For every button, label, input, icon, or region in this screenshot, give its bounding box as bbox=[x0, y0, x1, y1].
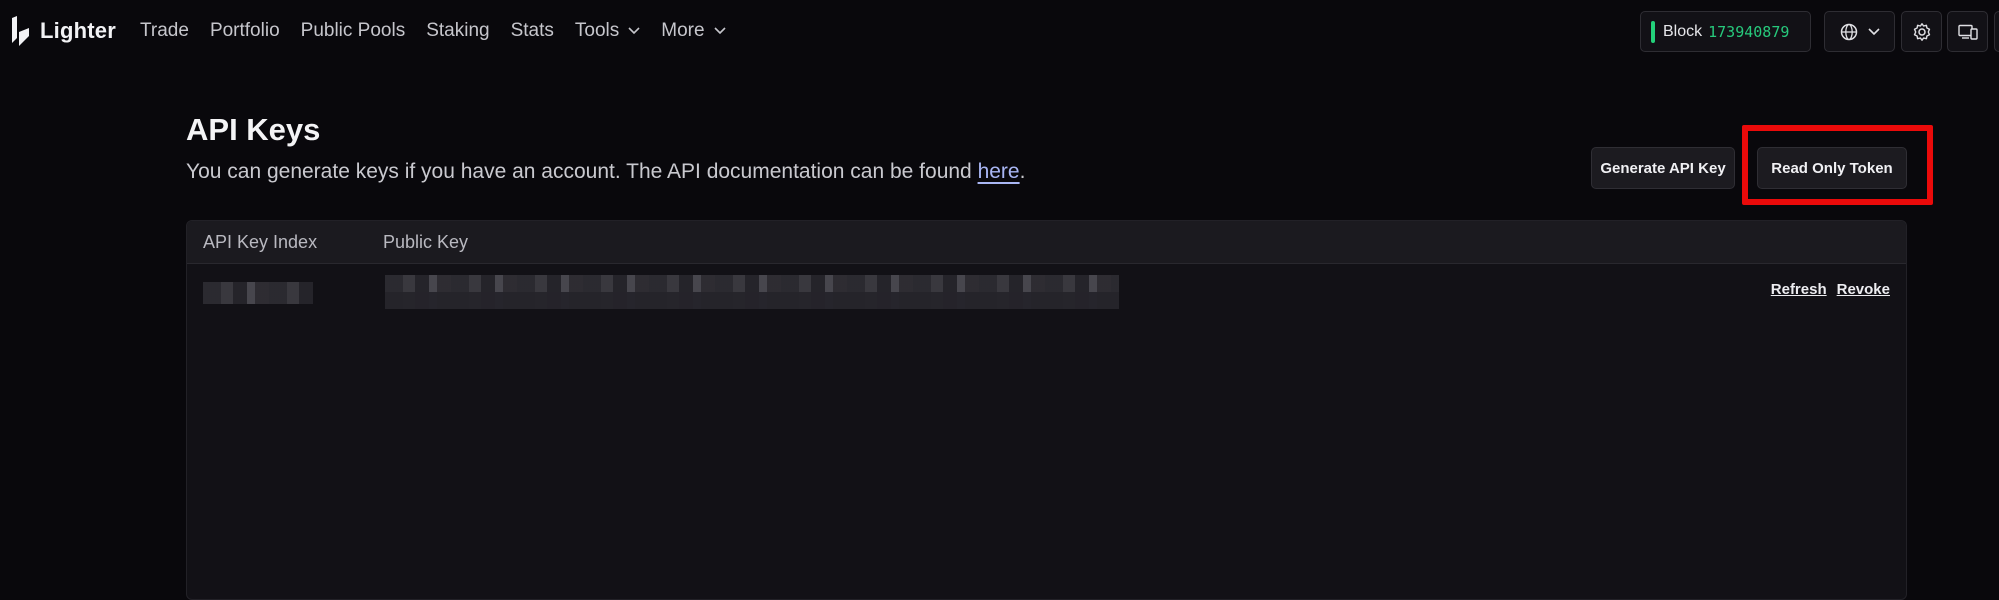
nav-tools-label: Tools bbox=[574, 20, 620, 41]
table-row: Refresh Revoke bbox=[187, 264, 1906, 324]
page-subtitle: You can generate keys if you have an acc… bbox=[186, 160, 1025, 184]
status-bar-indicator bbox=[1651, 20, 1655, 43]
chevron-down-icon bbox=[713, 27, 726, 35]
settings-button[interactable] bbox=[1901, 11, 1942, 52]
globe-icon bbox=[1840, 23, 1857, 40]
nav-staking[interactable]: Staking bbox=[426, 20, 489, 42]
devices-icon bbox=[1957, 24, 1978, 40]
revoke-link[interactable]: Revoke bbox=[1837, 281, 1890, 298]
top-navbar: Lighter Trade Portfolio Public Pools Sta… bbox=[0, 0, 1999, 62]
chevron-down-icon bbox=[628, 27, 640, 35]
devices-button[interactable] bbox=[1947, 11, 1988, 52]
nav-portfolio-label: Portfolio bbox=[209, 20, 280, 41]
nav-trade-label: Trade bbox=[140, 20, 189, 41]
main-nav: Trade Portfolio Public Pools Staking Sta… bbox=[140, 0, 747, 62]
block-height-indicator[interactable]: Block 173940879 bbox=[1640, 11, 1811, 52]
page-title: API Keys bbox=[186, 112, 321, 147]
redacted-key-index bbox=[203, 282, 313, 304]
row-actions: Refresh Revoke bbox=[1761, 281, 1890, 298]
overflow-button[interactable] bbox=[1994, 11, 1999, 52]
nav-public-pools[interactable]: Public Pools bbox=[301, 20, 406, 42]
nav-tools[interactable]: Tools bbox=[575, 20, 640, 42]
gear-icon bbox=[1913, 22, 1930, 41]
nav-public-pools-label: Public Pools bbox=[300, 20, 406, 41]
refresh-link[interactable]: Refresh bbox=[1771, 281, 1827, 298]
generate-api-key-button[interactable]: Generate API Key bbox=[1591, 147, 1735, 189]
nav-trade[interactable]: Trade bbox=[140, 20, 189, 42]
subtitle-text: You can generate keys if you have an acc… bbox=[186, 160, 978, 183]
api-keys-table: API Key Index Public Key Refresh Revoke bbox=[186, 220, 1907, 600]
nav-stats-label: Stats bbox=[510, 20, 554, 41]
redacted-public-key-overflow bbox=[385, 292, 1119, 309]
nav-more-label: More bbox=[661, 20, 705, 41]
subtitle-suffix: . bbox=[1019, 160, 1026, 183]
block-number: 173940879 bbox=[1708, 22, 1790, 41]
brand-logo[interactable]: Lighter bbox=[10, 16, 116, 46]
nav-portfolio[interactable]: Portfolio bbox=[210, 20, 280, 42]
block-label: Block bbox=[1663, 22, 1703, 40]
nav-more[interactable]: More bbox=[661, 20, 726, 42]
lighter-logo-icon bbox=[12, 16, 29, 46]
api-docs-link[interactable]: here bbox=[978, 160, 1020, 183]
brand-name: Lighter bbox=[40, 18, 116, 43]
table-header-row: API Key Index Public Key bbox=[187, 221, 1906, 264]
read-only-token-button[interactable]: Read Only Token bbox=[1757, 147, 1907, 189]
column-header-public-key: Public Key bbox=[383, 232, 469, 252]
nav-stats[interactable]: Stats bbox=[511, 20, 554, 42]
column-header-index: API Key Index bbox=[203, 232, 318, 252]
nav-staking-label: Staking bbox=[426, 20, 490, 41]
language-selector[interactable] bbox=[1824, 11, 1895, 52]
chevron-down-icon bbox=[1867, 27, 1880, 35]
